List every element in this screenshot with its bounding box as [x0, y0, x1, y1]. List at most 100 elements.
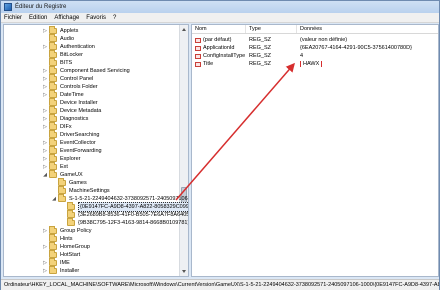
- tree-item-label: Explorer: [60, 156, 81, 162]
- column-header-data[interactable]: Données: [297, 25, 437, 33]
- window-title: Éditeur du Registre: [15, 4, 67, 10]
- column-header-type[interactable]: Type: [246, 25, 297, 33]
- tree-item[interactable]: ▷ Applets: [42, 26, 78, 35]
- expand-arrow-icon[interactable]: ▷: [42, 259, 48, 267]
- value-name-cell: ConfigInstallType: [192, 53, 246, 59]
- tree-item-label: Audio: [60, 36, 75, 42]
- value-type: REG_SZ: [249, 53, 272, 59]
- tree-item-label: Device Metadata: [60, 108, 102, 114]
- tree-item-label: Device Installer: [60, 100, 98, 106]
- tree-item-label: EventCollector: [60, 140, 96, 146]
- expand-arrow-icon[interactable]: ▷: [42, 43, 48, 51]
- expand-arrow-icon[interactable]: ▷: [42, 107, 48, 115]
- registry-editor-window: Éditeur du Registre Fichier Edition Affi…: [0, 0, 440, 290]
- expand-arrow-icon[interactable]: ▷: [42, 27, 48, 35]
- menu-affichage[interactable]: Affichage: [54, 15, 79, 21]
- tree-item-label: EventForwarding: [60, 148, 102, 154]
- tree-item-label: Authentication: [60, 44, 95, 50]
- tree-item-label: Hints: [60, 236, 73, 242]
- value-data-cell: HAWX: [297, 61, 437, 67]
- tree-item-label: IME: [60, 260, 70, 266]
- tree-item[interactable]: HotStart: [42, 250, 80, 259]
- value-row[interactable]: ApplicationId REG_SZ {6EA20767-4164-4291-9…: [192, 44, 438, 52]
- value-data-cell: (valeur non définie): [297, 37, 437, 43]
- values-header: Nom Type Données: [192, 25, 438, 34]
- tree-item[interactable]: {3E2689B8-8536-41F0-B505-7E6A7F8A6405}: [60, 210, 189, 219]
- expand-arrow-icon[interactable]: ▷: [42, 67, 48, 75]
- folder-icon: [67, 218, 75, 226]
- tree-item-label: BITS: [60, 60, 73, 66]
- value-name: ApplicationId: [203, 45, 235, 51]
- tree-item[interactable]: Audio: [42, 34, 75, 43]
- expand-arrow-icon[interactable]: ▷: [42, 155, 48, 163]
- menu-edition[interactable]: Edition: [29, 15, 47, 21]
- tree-item[interactable]: {0E9147FC-A9D8-4397-A822-8058329C0991}: [60, 202, 188, 212]
- tree-item-label: BitLocker: [60, 52, 83, 58]
- tree-item-label: DriverSearching: [60, 132, 100, 138]
- value-row[interactable]: ConfigInstallType REG_SZ 4: [192, 52, 438, 60]
- value-row[interactable]: (par défaut) REG_SZ (valeur non définie): [192, 36, 438, 44]
- tree-item[interactable]: ▷ IME: [42, 258, 70, 267]
- tree-item[interactable]: BITS: [42, 58, 73, 67]
- tree-item-label: Control Panel: [60, 76, 94, 82]
- tree-item[interactable]: Games: [51, 178, 87, 187]
- tree-item-label: Diagnostics: [60, 116, 89, 122]
- expand-arrow-icon[interactable]: ▷: [42, 75, 48, 83]
- expand-arrow-icon[interactable]: ▷: [42, 267, 48, 275]
- string-value-icon: [195, 61, 201, 67]
- folder-icon: [58, 194, 66, 202]
- expand-arrow-icon[interactable]: ▷: [42, 83, 48, 91]
- expand-arrow-icon[interactable]: ▷: [42, 227, 48, 235]
- expand-arrow-icon[interactable]: ▷: [42, 139, 48, 147]
- value-type: REG_SZ: [249, 61, 272, 67]
- menu-favoris[interactable]: Favoris: [86, 15, 106, 21]
- tree-scrollbar[interactable]: [179, 25, 188, 276]
- expand-arrow-icon[interactable]: ▷: [42, 115, 48, 123]
- expand-arrow-icon[interactable]: ◢: [42, 171, 48, 179]
- tree-item-label: {9B38C795-12F3-4163-9814-8668B0109781}: [78, 220, 189, 226]
- tree-item[interactable]: {9B38C795-12F3-4163-9814-8668B0109781}: [60, 218, 189, 227]
- value-name-cell: (par défaut): [192, 37, 246, 43]
- string-value-icon: [195, 45, 201, 51]
- value-row[interactable]: Title REG_SZ HAWX: [192, 60, 438, 68]
- highlighted-value-data: HAWX: [300, 61, 323, 67]
- value-type: REG_SZ: [249, 37, 272, 43]
- value-name: Title: [203, 61, 214, 67]
- scroll-down-arrow-icon[interactable]: [182, 270, 186, 273]
- value-data: (valeur non définie): [300, 37, 348, 43]
- expand-arrow-icon[interactable]: ▷: [42, 123, 48, 131]
- tree-item-label: DIFx: [60, 124, 72, 130]
- value-data: {6EA20767-4164-4291-90C5-37561400780D}: [300, 45, 412, 51]
- string-value-icon: [195, 53, 201, 59]
- menu-fichier[interactable]: Fichier: [4, 15, 22, 21]
- column-header-name[interactable]: Nom: [192, 25, 246, 33]
- registry-values-pane[interactable]: Nom Type Données (par défaut) REG_SZ (vale…: [191, 24, 439, 277]
- tree-item-label: MachineSettings: [69, 188, 110, 194]
- tree-item-label: HomeGroup: [60, 244, 90, 250]
- menu-help[interactable]: ?: [113, 15, 116, 21]
- registry-tree-pane[interactable]: ▷ Applets Audio ▷ Authentication BitLocker BIT…: [3, 24, 189, 277]
- regedit-app-icon: [4, 3, 12, 11]
- value-data: 4: [300, 53, 304, 59]
- string-value-icon: [195, 37, 201, 43]
- expand-arrow-icon[interactable]: ▷: [42, 147, 48, 155]
- status-bar-path: Ordinateur\HKEY_LOCAL_MACHINE\SOFTWARE\M…: [1, 279, 439, 290]
- title-bar: Éditeur du Registre: [1, 1, 439, 13]
- tree-item-label: Installer: [60, 268, 80, 274]
- expand-arrow-icon[interactable]: ◢: [51, 195, 57, 203]
- tree-item-label: Controls Folder: [60, 84, 98, 90]
- expand-arrow-icon[interactable]: ▷: [42, 91, 48, 99]
- tree-item[interactable]: ▷ Explorer: [42, 154, 81, 163]
- value-name-cell: Title: [192, 61, 246, 67]
- tree-item[interactable]: ▷ Installer: [42, 266, 80, 275]
- tree-item[interactable]: Hints: [42, 234, 73, 243]
- expand-arrow-icon[interactable]: ▷: [42, 243, 48, 251]
- tree-item-label: Component Based Servicing: [60, 68, 130, 74]
- folder-icon: [49, 266, 57, 274]
- tree-item[interactable]: ▷ Component Based Servicing: [42, 66, 130, 75]
- tree-item-label: {3E2689B8-8536-41F0-B505-7E6A7F8A6405}: [78, 212, 189, 218]
- scroll-up-arrow-icon[interactable]: [182, 28, 186, 31]
- tree-item[interactable]: ▷ DIFx: [42, 122, 72, 131]
- tree-item-label: DateTime: [60, 92, 84, 98]
- expand-arrow-icon[interactable]: ▷: [42, 163, 48, 171]
